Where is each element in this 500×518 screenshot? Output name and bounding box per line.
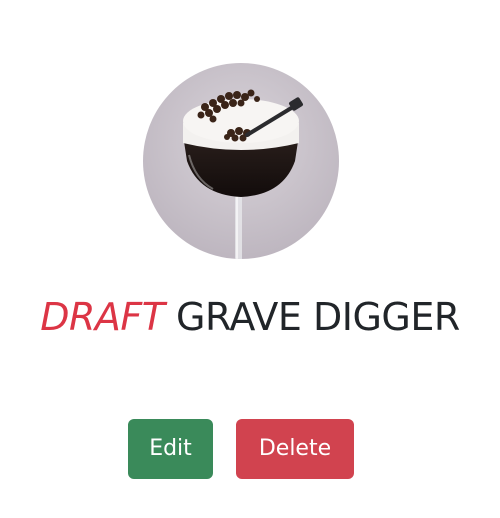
- draft-label: DRAFT: [40, 295, 165, 339]
- cocktail-card: DRAFT GRAVE DIGGER Edit Delete: [0, 0, 500, 518]
- delete-button[interactable]: Delete: [236, 419, 354, 479]
- drink-title: DRAFT GRAVE DIGGER: [0, 292, 500, 342]
- cocktail-photo: [143, 63, 339, 259]
- edit-button[interactable]: Edit: [128, 419, 213, 479]
- drink-name: GRAVE DIGGER: [176, 295, 460, 339]
- cocktail-image: [143, 63, 339, 259]
- card-actions: Edit Delete: [0, 419, 500, 479]
